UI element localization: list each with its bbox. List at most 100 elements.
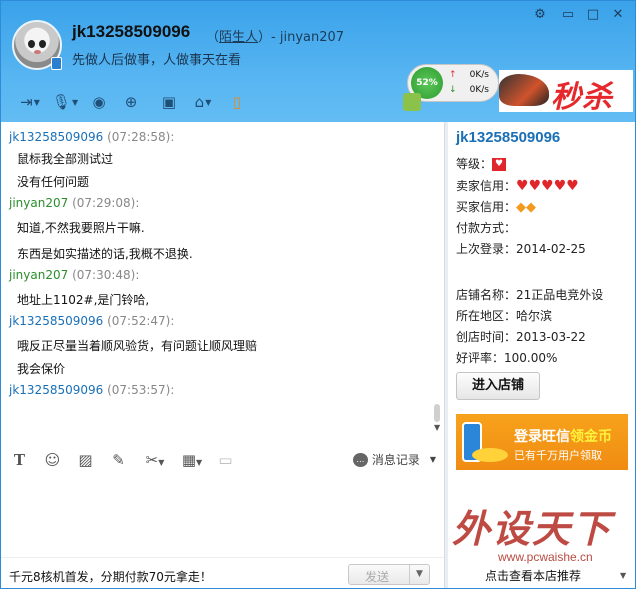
screen-icon: ▣ [161, 93, 177, 111]
shop-recommend-link[interactable]: 点击查看本店推荐 [485, 567, 581, 584]
message-line: 哦反正尽量当着顺风验货，有问题让顺风理赔 [17, 339, 258, 353]
message-sender[interactable]: jk13258509096 [9, 314, 103, 328]
message-time: (07:53:57): [107, 383, 175, 397]
shoe-image [499, 74, 549, 106]
stranger-link[interactable]: 陌生人 [219, 30, 258, 45]
send-options-icon[interactable]: ▼ [409, 565, 429, 584]
message-meta: jk13258509096 (07:52:47): [9, 314, 444, 328]
contact-signature: 先做人后做事，人做事天在看 [72, 53, 242, 68]
voice-call-button[interactable]: 🎙 ▼ [47, 91, 83, 113]
pencil-icon: ✎ [112, 451, 125, 469]
rating-label: 好评率： [456, 351, 505, 365]
image-icon: ▨ [78, 451, 93, 469]
minimize-icon[interactable]: ▭ [561, 7, 575, 22]
add-user-icon: ⊕ [124, 93, 138, 111]
paren-close: ） [258, 30, 272, 45]
chat-history[interactable]: jk13258509096 (07:28:58): 鼠标我全部测试过 没有任何问… [1, 122, 444, 440]
message: jk13258509096 (07:53:57): [9, 383, 444, 397]
chevron-down-icon: ▼ [429, 455, 436, 464]
smiley-icon: ☺ [44, 451, 61, 469]
contact-relation: （陌生人）- jinyan207 [206, 26, 344, 45]
font-icon: T [13, 451, 26, 469]
enter-shop-button[interactable]: 进入店铺 [456, 372, 540, 400]
message-sender[interactable]: jinyan207 [9, 268, 68, 282]
scroll-down-arrow-icon[interactable]: ▼ [434, 423, 440, 432]
message-input[interactable] [1, 475, 444, 557]
add-contact-button[interactable]: ⊕ [115, 91, 147, 113]
transfer-file-button[interactable]: ⇥ ▼ [13, 91, 47, 113]
chat-bubble-icon: … [352, 452, 368, 467]
diamond-icon: ◆ [526, 200, 537, 215]
message-line: 知道,不然我要照片干嘛. [17, 221, 145, 235]
message-meta: jinyan207 (07:30:48): [9, 268, 444, 282]
avatar-eye [28, 40, 35, 48]
remote-assist-button[interactable]: ⌂ ▼ [185, 91, 221, 113]
promo-subline: 已有千万用户领取 [514, 449, 602, 462]
screen-share-button[interactable]: ▣ [153, 91, 185, 113]
last-login-row: 上次登录：2014-02-25 [456, 240, 586, 257]
region-value: 哈尔滨 [516, 309, 553, 323]
monitor-icon: ▭ [218, 451, 233, 469]
message: jk13258509096 (07:28:58): 鼠标我全部测试过 没有任何问… [9, 130, 444, 190]
calculator-icon: ▦ [181, 451, 197, 469]
contact-name[interactable]: jk13258509096 [72, 22, 190, 42]
font-button[interactable]: T [3, 451, 36, 469]
chevron-down-icon: ▼ [158, 458, 165, 467]
emoji-button[interactable]: ☺ [36, 451, 69, 469]
region-row: 所在地区：哈尔滨 [456, 307, 552, 324]
message-line: 东西是如实描述的话,我概不退换. [17, 247, 193, 261]
message-meta: jinyan207 (07:29:08): [9, 196, 444, 210]
diamond-icon: ◆ [516, 200, 527, 215]
message-meta: jk13258509096 (07:53:57): [9, 383, 444, 397]
shop-owner-name[interactable]: jk13258509096 [456, 129, 560, 146]
message-line: 我会保价 [17, 362, 66, 376]
image-button[interactable]: ▨ [69, 451, 102, 469]
video-call-button[interactable]: ◉ [83, 91, 115, 113]
scrollbar-thumb[interactable] [434, 404, 440, 422]
promo-headline: 登录旺信领金币 [514, 426, 612, 446]
close-icon[interactable]: ✕ [611, 7, 625, 22]
message-time: (07:52:47): [107, 314, 175, 328]
rating-row: 好评率：100.00% [456, 349, 557, 366]
promo-banner[interactable]: 登录旺信领金币 已有千万用户领取 [456, 414, 628, 470]
message-history-button[interactable]: … 消息记录 ▼ [352, 451, 436, 468]
ad-banner[interactable]: 秒杀 [499, 70, 633, 115]
arrow-down-icon: ↓ [449, 85, 457, 95]
message-sender[interactable]: jk13258509096 [9, 383, 103, 397]
promo-headline-a: 登录旺信 [514, 429, 570, 445]
send-button[interactable]: 发送 ▼ [348, 564, 430, 585]
edit-button[interactable]: ✎ [102, 451, 135, 469]
ad-text-link[interactable]: 千元8核机首发，分期付款70元拿走！ [9, 568, 212, 585]
partner-suffix: - jinyan207 [271, 30, 345, 45]
rating-value: 100.00% [504, 351, 558, 365]
shop-info-panel: jk13258509096 等级： ♥ 卖家信用：♥♥♥♥♥ 买家信用：◆◆ 付款… [448, 122, 635, 588]
input-toolbar: T ☺ ▨ ✎ ✂▼ ▦▼ ▭ … 消息记录 ▼ [1, 446, 444, 474]
avatar-eye [39, 40, 46, 48]
watermark-url: www.pcwaishe.cn [498, 550, 593, 564]
microphone-icon: 🎙 [51, 93, 71, 111]
heart-icon: ♥ [541, 178, 554, 194]
paren-open: （ [206, 30, 220, 45]
chevron-down-icon: ▼ [205, 97, 212, 107]
screen-record-button[interactable]: ▭ [209, 451, 242, 469]
settings-icon[interactable]: ⚙ [533, 7, 547, 22]
calculator-button[interactable]: ▦▼ [175, 451, 209, 469]
chevron-down-icon: ▼ [71, 97, 79, 107]
maximize-icon[interactable]: □ [586, 7, 600, 22]
message-sender[interactable]: jinyan207 [9, 196, 68, 210]
phone-icon: ▯ [232, 93, 242, 111]
level-row: 等级： ♥ [456, 155, 507, 172]
chevron-down-icon: ▼ [196, 458, 203, 467]
message-sender[interactable]: jk13258509096 [9, 130, 103, 144]
mobile-online-icon [51, 57, 62, 70]
watermark-text: 外设天下 [452, 506, 613, 551]
buyer-credit-row: 买家信用：◆◆ [456, 198, 536, 215]
promo-headline-b: 领金币 [570, 429, 612, 445]
send-to-phone-button[interactable]: ▯ [221, 91, 253, 113]
seller-credit-label: 卖家信用： [456, 179, 517, 193]
created-row: 创店时间：2013-03-22 [456, 328, 586, 345]
chevron-down-icon[interactable]: ▼ [620, 571, 626, 580]
screenshot-button[interactable]: ✂▼ [135, 451, 175, 469]
last-login-label: 上次登录： [456, 242, 517, 256]
shopping-bag-icon[interactable] [403, 93, 421, 111]
